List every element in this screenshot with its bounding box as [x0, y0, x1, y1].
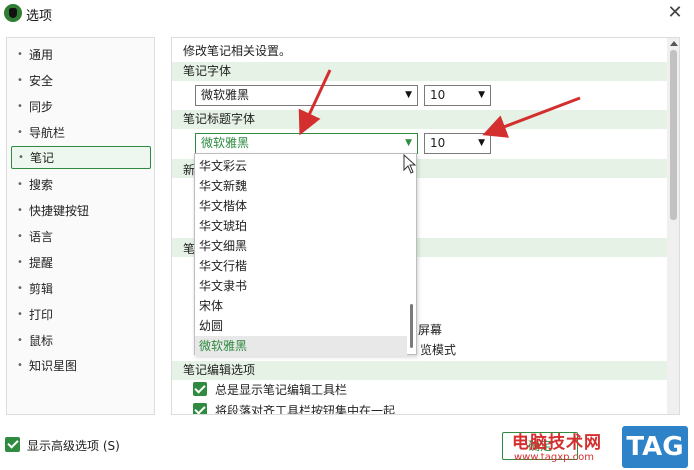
mouse-cursor-icon — [403, 154, 417, 174]
sidebar-item-notes[interactable]: • 笔记 — [11, 146, 151, 169]
page-intro: 修改笔记相关设置。 — [183, 44, 292, 58]
section-note-font: 笔记字体 — [172, 62, 667, 81]
sidebar-item-print[interactable]: • 打印 — [11, 303, 151, 326]
title-font-dropdown-list[interactable]: 华文彩云 华文新魏 华文楷体 华文琥珀 华文细黑 华文行楷 华文隶书 宋体 幼圆… — [194, 153, 417, 356]
note-font-value: 微软雅黑 — [201, 88, 250, 102]
bullet-icon: • — [17, 205, 23, 216]
dropdown-option[interactable]: 华文新魏 — [195, 176, 407, 196]
sidebar-item-label: 通用 — [29, 48, 54, 62]
dropdown-option[interactable]: 华文楷体 — [195, 196, 407, 216]
sidebar-item-label: 提醒 — [29, 256, 54, 270]
chevron-down-icon: ▼ — [405, 138, 412, 148]
section-title-font: 笔记标题字体 — [172, 110, 667, 129]
sidebar-item-label: 快捷键按钮 — [29, 204, 90, 218]
dropdown-scroll-thumb[interactable] — [410, 304, 413, 348]
sidebar-item-language[interactable]: • 语言 — [11, 225, 151, 248]
show-toolbar-checkbox[interactable] — [193, 382, 207, 396]
bullet-icon: • — [17, 101, 23, 112]
sidebar-item-label: 笔记 — [30, 151, 55, 165]
sidebar-item-knowledge-graph[interactable]: • 知识星图 — [11, 354, 151, 377]
watermark-text: 电脑技术网 — [512, 433, 602, 453]
watermark-url: www.tagxp.com — [514, 452, 594, 463]
bullet-icon: • — [17, 127, 23, 138]
sidebar-item-label: 搜索 — [29, 178, 54, 192]
evernote-app-icon — [4, 4, 22, 22]
dropdown-option[interactable]: 宋体 — [195, 296, 407, 316]
dropdown-option[interactable]: 华文彩云 — [195, 156, 407, 176]
bullet-icon: • — [17, 360, 23, 371]
dropdown-option[interactable]: 华文行楷 — [195, 256, 407, 276]
show-advanced-label: 显示高级选项 (S) — [27, 439, 120, 453]
bullet-icon: • — [17, 75, 23, 86]
bullet-icon: • — [17, 257, 23, 268]
scroll-up-icon[interactable] — [670, 41, 678, 46]
title-font-value: 微软雅黑 — [201, 136, 250, 150]
bullet-icon: • — [17, 179, 23, 190]
title-font-size-value: 10 — [430, 136, 446, 150]
note-font-size-select[interactable]: 10 ▼ — [424, 85, 491, 106]
sidebar-item-reminders[interactable]: • 提醒 — [11, 251, 151, 274]
scroll-thumb[interactable] — [670, 50, 677, 220]
note-font-size-value: 10 — [430, 88, 446, 102]
sidebar-item-label: 剪辑 — [29, 282, 54, 296]
chevron-down-icon: ▼ — [478, 138, 485, 148]
dropdown-option[interactable]: 幼圆 — [195, 316, 407, 336]
sidebar-item-security[interactable]: • 安全 — [11, 69, 151, 92]
bullet-icon: • — [17, 309, 23, 320]
content-scrollbar[interactable] — [667, 38, 679, 414]
hidden-option-label: 屏幕 — [418, 323, 443, 337]
title-bar: 选项 ✕ — [0, 0, 694, 26]
sidebar-item-shortcuts[interactable]: • 快捷键按钮 — [11, 199, 151, 222]
sidebar-item-search[interactable]: • 搜索 — [11, 173, 151, 196]
sidebar-item-label: 知识星图 — [29, 359, 78, 373]
note-font-select[interactable]: 微软雅黑 ▼ — [195, 85, 418, 106]
dropdown-option[interactable]: 华文细黑 — [195, 236, 407, 256]
sidebar-item-label: 打印 — [29, 308, 54, 322]
chevron-down-icon: ▼ — [478, 90, 485, 100]
group-align-label: 将段落对齐工具栏按钮集中在一起 — [215, 404, 396, 415]
sidebar-item-clipper[interactable]: • 剪辑 — [11, 277, 151, 300]
show-toolbar-label: 总是显示笔记编辑工具栏 — [215, 383, 348, 397]
sidebar-item-label: 语言 — [29, 230, 54, 244]
bullet-icon: • — [17, 49, 23, 60]
sidebar-item-label: 导航栏 — [29, 126, 66, 140]
sidebar-item-general[interactable]: • 通用 — [11, 43, 151, 66]
bullet-icon: • — [18, 152, 24, 163]
title-font-size-select[interactable]: 10 ▼ — [424, 133, 491, 154]
group-align-checkbox[interactable] — [193, 403, 207, 414]
sidebar-item-sync[interactable]: • 同步 — [11, 95, 151, 118]
sidebar-item-label: 安全 — [29, 74, 54, 88]
dropdown-option-selected[interactable]: 微软雅黑 — [195, 336, 407, 356]
watermark: 电脑技术网 www.tagxp.com TAG — [512, 426, 690, 468]
sidebar-item-mouse[interactable]: • 鼠标 — [11, 329, 151, 352]
bullet-icon: • — [17, 231, 23, 242]
window-title: 选项 — [26, 9, 53, 24]
bullet-icon: • — [17, 335, 23, 346]
chevron-down-icon: ▼ — [405, 90, 412, 100]
sidebar-item-label: 鼠标 — [29, 334, 54, 348]
hidden-option-label: 览模式 — [420, 343, 457, 357]
title-font-select[interactable]: 微软雅黑 ▼ — [195, 133, 418, 154]
section-edit-options: 笔记编辑选项 — [172, 361, 667, 380]
watermark-tag-logo: TAG — [622, 426, 688, 468]
show-advanced-checkbox[interactable] — [5, 437, 20, 452]
settings-sidebar: • 通用 • 安全 • 同步 • 导航栏 • 笔记 • 搜索 • 快捷键按钮 • 语言 • 提醒 … — [6, 37, 155, 415]
dropdown-option[interactable]: 华文隶书 — [195, 276, 407, 296]
bullet-icon: • — [17, 283, 23, 294]
dropdown-option[interactable]: 华文琥珀 — [195, 216, 407, 236]
sidebar-item-navbar[interactable]: • 导航栏 — [11, 121, 151, 144]
sidebar-item-label: 同步 — [29, 100, 54, 114]
close-icon[interactable]: ✕ — [664, 2, 686, 23]
